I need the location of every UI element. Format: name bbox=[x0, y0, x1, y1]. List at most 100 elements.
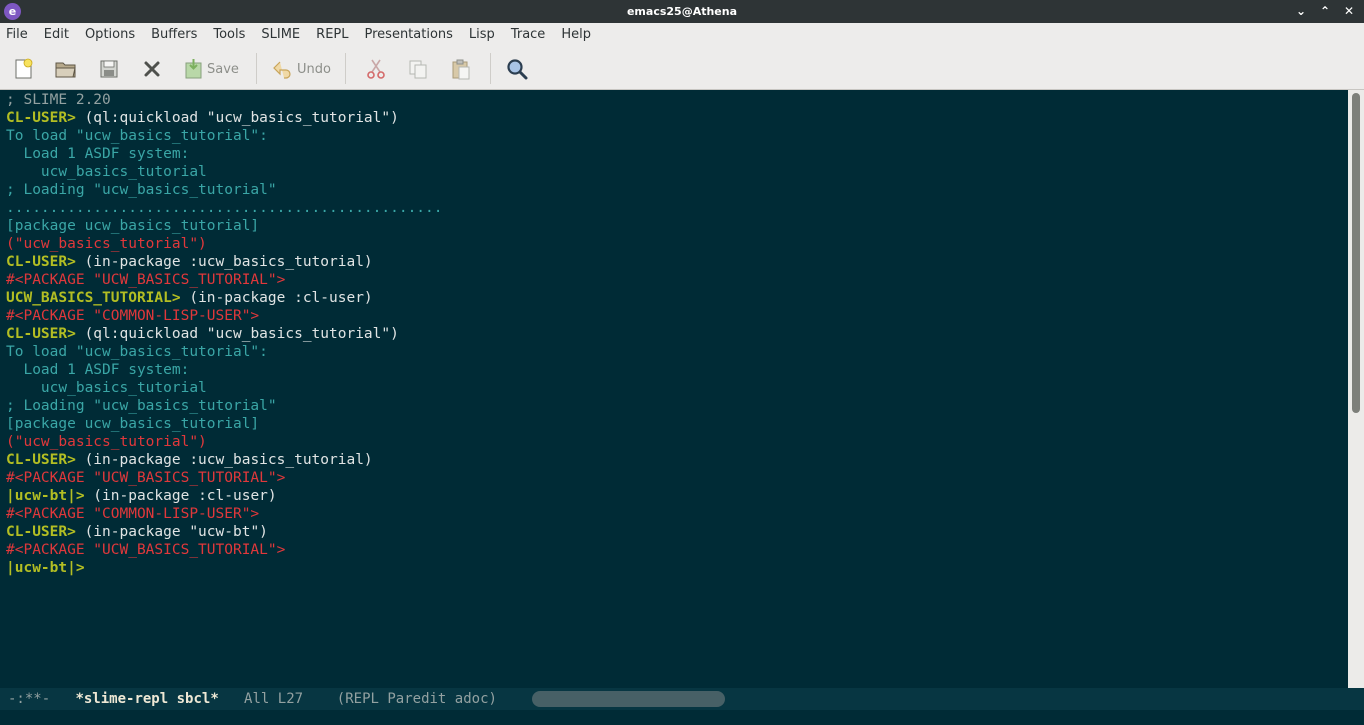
repl-input-text: (in-package :ucw_basics_tutorial) bbox=[75, 254, 373, 270]
menu-help[interactable]: Help bbox=[553, 23, 599, 47]
modeline-position: All L27 bbox=[244, 691, 304, 707]
toolbar-separator bbox=[256, 53, 257, 84]
vertical-scrollbar[interactable] bbox=[1348, 90, 1364, 688]
undo-label: Undo bbox=[297, 61, 331, 77]
undo-icon bbox=[273, 61, 291, 79]
repl-output-text: ; Loading "ucw_basics_tutorial" bbox=[6, 182, 277, 198]
repl-line: ucw_basics_tutorial bbox=[6, 379, 1348, 397]
repl-line: #<PACKAGE "COMMON-LISP-USER"> bbox=[6, 505, 1348, 523]
search-button[interactable] bbox=[505, 56, 529, 82]
repl-result-text: #<PACKAGE "UCW_BASICS_TUTORIAL"> bbox=[6, 470, 286, 486]
repl-output-text: Load 1 ASDF system: bbox=[6, 146, 190, 162]
repl-prompt: |ucw-bt|> bbox=[6, 488, 85, 504]
repl-input-text: (in-package :cl-user) bbox=[180, 290, 373, 306]
menubar: File Edit Options Buffers Tools SLIME RE… bbox=[0, 23, 1364, 47]
repl-line: #<PACKAGE "UCW_BASICS_TUTORIAL"> bbox=[6, 469, 1348, 487]
repl-line: CL-USER> (in-package :ucw_basics_tutoria… bbox=[6, 451, 1348, 469]
window-title: emacs25@Athena bbox=[626, 5, 738, 18]
repl-comment-text: ; SLIME 2.20 bbox=[6, 92, 111, 108]
repl-line: CL-USER> (in-package "ucw-bt") bbox=[6, 523, 1348, 541]
repl-result-text: #<PACKAGE "UCW_BASICS_TUTORIAL"> bbox=[6, 272, 286, 288]
minimize-chevron-icon[interactable]: ⌄ bbox=[1292, 2, 1310, 20]
repl-buffer[interactable]: ; SLIME 2.20 CL-USER> (ql:quickload "ucw_… bbox=[0, 90, 1348, 688]
repl-line: ("ucw_basics_tutorial") bbox=[6, 433, 1348, 451]
minibuffer[interactable] bbox=[0, 710, 1364, 725]
repl-line: ("ucw_basics_tutorial") bbox=[6, 235, 1348, 253]
new-file-icon bbox=[15, 58, 33, 79]
repl-line: ucw_basics_tutorial bbox=[6, 163, 1348, 181]
paste-icon bbox=[452, 59, 470, 80]
modeline-status: -:**- bbox=[8, 691, 51, 707]
menu-file[interactable]: File bbox=[0, 23, 36, 47]
undo-button[interactable]: Undo bbox=[272, 56, 331, 82]
save-label: Save bbox=[207, 61, 239, 77]
new-file-button[interactable] bbox=[11, 56, 35, 82]
cut-button[interactable] bbox=[364, 56, 388, 82]
menu-edit[interactable]: Edit bbox=[36, 23, 77, 47]
menu-tools[interactable]: Tools bbox=[205, 23, 253, 47]
save-button[interactable]: Save bbox=[184, 56, 239, 82]
repl-line: Load 1 ASDF system: bbox=[6, 361, 1348, 379]
menu-buffers[interactable]: Buffers bbox=[143, 23, 205, 47]
save-disk-button[interactable] bbox=[97, 56, 121, 82]
save-icon bbox=[185, 59, 202, 79]
scrollbar-thumb[interactable] bbox=[1352, 93, 1360, 413]
repl-prompt: CL-USER> bbox=[6, 452, 76, 468]
repl-result-text: #<PACKAGE "UCW_BASICS_TUTORIAL"> bbox=[6, 542, 286, 558]
emacs-app-icon: e bbox=[4, 3, 21, 20]
repl-line: UCW_BASICS_TUTORIAL> (in-package :cl-use… bbox=[6, 289, 1348, 307]
toolbar-separator bbox=[345, 53, 346, 84]
close-buffer-button[interactable] bbox=[140, 56, 164, 82]
save-disk-icon bbox=[100, 60, 118, 78]
open-folder-button[interactable] bbox=[54, 56, 78, 82]
repl-line: [package ucw_basics_tutorial] bbox=[6, 415, 1348, 433]
menu-presentations[interactable]: Presentations bbox=[357, 23, 461, 47]
repl-output-text: ucw_basics_tutorial bbox=[6, 164, 207, 180]
toolbar-separator bbox=[490, 53, 491, 84]
repl-input-text: (ql:quickload "ucw_basics_tutorial") bbox=[75, 326, 399, 342]
repl-line: CL-USER> (in-package :ucw_basics_tutoria… bbox=[6, 253, 1348, 271]
repl-line: ........................................… bbox=[6, 199, 1348, 217]
window-titlebar: e emacs25@Athena ⌄ ⌃ ✕ bbox=[0, 0, 1364, 23]
copy-icon bbox=[409, 60, 427, 79]
maximize-chevron-icon[interactable]: ⌃ bbox=[1316, 2, 1334, 20]
menu-lisp[interactable]: Lisp bbox=[461, 23, 503, 47]
menu-slime[interactable]: SLIME bbox=[253, 23, 308, 47]
repl-line: To load "ucw_basics_tutorial": bbox=[6, 343, 1348, 361]
cut-icon bbox=[367, 59, 385, 79]
repl-line: ; SLIME 2.20 bbox=[6, 91, 1348, 109]
repl-prompt: CL-USER> bbox=[6, 524, 76, 540]
repl-prompt: CL-USER> bbox=[6, 254, 76, 270]
repl-line: Load 1 ASDF system: bbox=[6, 145, 1348, 163]
repl-output-text: To load "ucw_basics_tutorial": bbox=[6, 344, 268, 360]
toolbar: Save Undo bbox=[0, 47, 1364, 90]
repl-line: ; Loading "ucw_basics_tutorial" bbox=[6, 181, 1348, 199]
repl-result-text: #<PACKAGE "COMMON-LISP-USER"> bbox=[6, 308, 260, 324]
menu-trace[interactable]: Trace bbox=[503, 23, 554, 47]
repl-prompt: CL-USER> bbox=[6, 110, 76, 126]
repl-output-text: Load 1 ASDF system: bbox=[6, 362, 190, 378]
close-window-icon[interactable]: ✕ bbox=[1340, 2, 1358, 20]
redacted-region bbox=[532, 691, 725, 707]
modeline-modes[interactable]: (REPL Paredit adoc) bbox=[337, 691, 497, 707]
repl-output-text: ucw_basics_tutorial bbox=[6, 380, 207, 396]
repl-line: #<PACKAGE "UCW_BASICS_TUTORIAL"> bbox=[6, 271, 1348, 289]
repl-line: #<PACKAGE "COMMON-LISP-USER"> bbox=[6, 307, 1348, 325]
repl-prompt: UCW_BASICS_TUTORIAL> bbox=[6, 290, 181, 306]
menu-repl[interactable]: REPL bbox=[308, 23, 356, 47]
paste-button[interactable] bbox=[449, 56, 473, 82]
repl-output-text: ; Loading "ucw_basics_tutorial" bbox=[6, 398, 277, 414]
repl-line: CL-USER> (ql:quickload "ucw_basics_tutor… bbox=[6, 109, 1348, 127]
repl-line: ; Loading "ucw_basics_tutorial" bbox=[6, 397, 1348, 415]
modeline-buffer-name[interactable]: *slime-repl sbcl* bbox=[75, 691, 218, 707]
repl-line: CL-USER> (ql:quickload "ucw_basics_tutor… bbox=[6, 325, 1348, 343]
menu-options[interactable]: Options bbox=[77, 23, 143, 47]
open-folder-icon bbox=[55, 62, 76, 78]
repl-output-text: [package ucw_basics_tutorial] bbox=[6, 218, 260, 234]
repl-output-text: [package ucw_basics_tutorial] bbox=[6, 416, 260, 432]
repl-result-text: #<PACKAGE "COMMON-LISP-USER"> bbox=[6, 506, 260, 522]
copy-button[interactable] bbox=[406, 56, 430, 82]
repl-input-text: (in-package :cl-user) bbox=[84, 488, 277, 504]
repl-line: To load "ucw_basics_tutorial": bbox=[6, 127, 1348, 145]
repl-output-text: ........................................… bbox=[6, 200, 443, 216]
